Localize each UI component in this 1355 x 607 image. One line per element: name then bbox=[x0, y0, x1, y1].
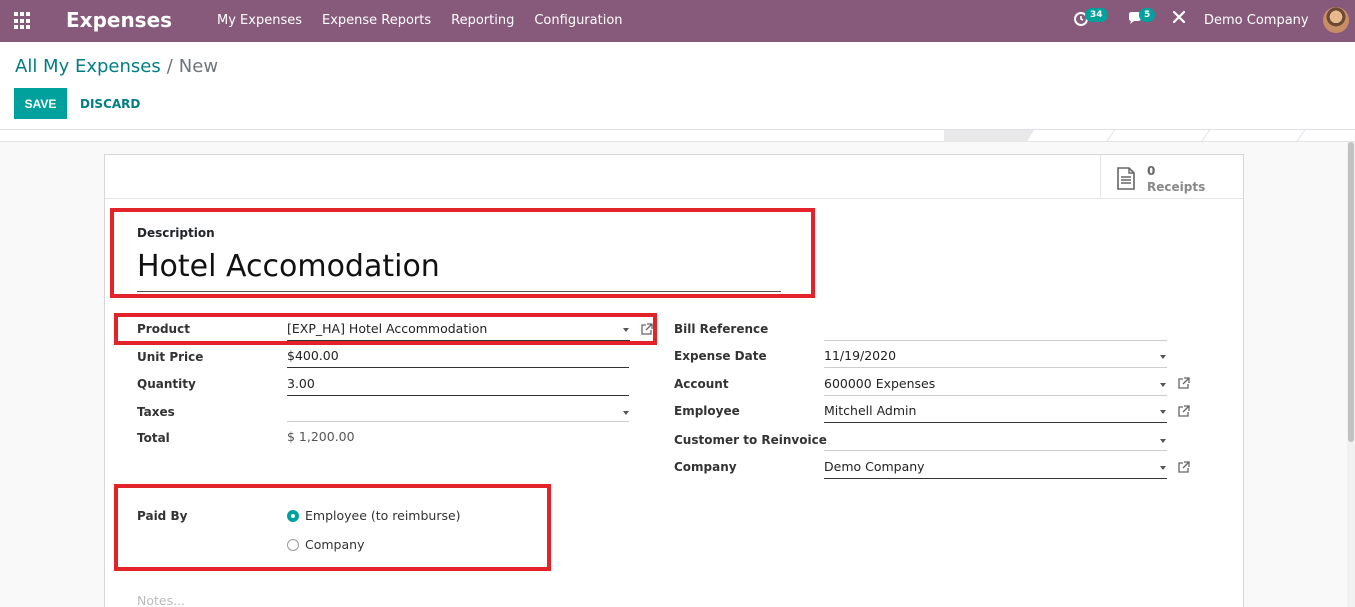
save-button[interactable]: SAVE bbox=[14, 88, 67, 119]
menu-my-expenses[interactable]: My Expenses bbox=[217, 13, 302, 28]
breadcrumb: All My Expenses / New bbox=[15, 56, 218, 77]
menu-configuration[interactable]: Configuration bbox=[534, 13, 622, 28]
unit-price-label: Unit Price bbox=[137, 350, 204, 364]
status-stage-active bbox=[944, 130, 1034, 142]
paid-by-employee-radio[interactable] bbox=[287, 510, 299, 522]
taxes-label: Taxes bbox=[137, 405, 175, 419]
notes-field[interactable]: Notes... bbox=[137, 593, 185, 607]
paid-by-company-radio[interactable] bbox=[287, 539, 299, 551]
receipts-smart-button[interactable]: 0 Receipts bbox=[1100, 155, 1243, 199]
quantity-input[interactable]: 3.00 bbox=[287, 374, 629, 396]
paid-by-employee-label[interactable]: Employee (to reimburse) bbox=[305, 508, 461, 523]
product-label: Product bbox=[137, 322, 190, 336]
company-select[interactable]: Demo Company bbox=[824, 457, 1167, 479]
button-box: 0 Receipts bbox=[105, 155, 1243, 199]
paid-by-company-label[interactable]: Company bbox=[305, 537, 364, 552]
breadcrumb-parent[interactable]: All My Expenses bbox=[15, 56, 161, 77]
company-switcher[interactable]: Demo Company bbox=[1204, 13, 1309, 28]
account-dropdown-caret-icon[interactable] bbox=[1160, 383, 1166, 387]
company-external-link-icon[interactable] bbox=[1177, 461, 1190, 474]
unit-price-input[interactable]: $400.00 bbox=[287, 346, 629, 368]
paid-by-label: Paid By bbox=[137, 509, 188, 523]
expense-date-label: Expense Date bbox=[674, 349, 767, 363]
app-title[interactable]: Expenses bbox=[66, 8, 172, 32]
company-label: Company bbox=[674, 460, 737, 474]
messages-tray[interactable]: 5 bbox=[1127, 8, 1156, 30]
customer-reinvoice-select[interactable] bbox=[824, 429, 1167, 451]
customer-reinvoice-label: Customer to Reinvoice bbox=[674, 433, 827, 447]
product-select[interactable]: [EXP_HA] Hotel Accommodation bbox=[287, 319, 630, 341]
description-input[interactable]: Hotel Accomodation bbox=[137, 247, 781, 292]
top-navbar: Expenses My Expenses Expense Reports Rep… bbox=[0, 0, 1355, 42]
main-menu: My Expenses Expense Reports Reporting Co… bbox=[217, 13, 623, 28]
scrollbar-thumb[interactable] bbox=[1348, 142, 1354, 442]
control-panel: All My Expenses / New SAVE DISCARD bbox=[0, 42, 1355, 130]
account-label: Account bbox=[674, 377, 729, 391]
vertical-scrollbar[interactable] bbox=[1347, 142, 1355, 607]
employee-label: Employee bbox=[674, 404, 740, 418]
messages-count-badge: 5 bbox=[1139, 8, 1156, 22]
receipts-count: 0 bbox=[1147, 164, 1156, 178]
taxes-select[interactable] bbox=[287, 400, 629, 422]
customer-dropdown-caret-icon[interactable] bbox=[1160, 439, 1166, 443]
apps-grid-icon[interactable] bbox=[14, 12, 32, 30]
quantity-label: Quantity bbox=[137, 377, 196, 391]
description-label: Description bbox=[137, 226, 215, 240]
status-divider bbox=[1295, 130, 1306, 142]
expense-date-caret-icon[interactable] bbox=[1160, 355, 1166, 359]
product-external-link-icon[interactable] bbox=[640, 323, 653, 336]
status-divider bbox=[1105, 130, 1116, 142]
receipts-label: Receipts bbox=[1147, 180, 1206, 194]
expense-date-input[interactable]: 11/19/2020 bbox=[824, 346, 1167, 368]
total-value: $ 1,200.00 bbox=[287, 429, 355, 444]
form-sheet: 0 Receipts Description Hotel Accomodatio… bbox=[104, 154, 1244, 607]
menu-expense-reports[interactable]: Expense Reports bbox=[322, 13, 431, 28]
activity-count-badge: 34 bbox=[1085, 8, 1108, 22]
breadcrumb-current: New bbox=[178, 56, 219, 77]
bill-reference-input[interactable] bbox=[824, 319, 1167, 341]
total-label: Total bbox=[137, 431, 170, 445]
employee-external-link-icon[interactable] bbox=[1177, 405, 1190, 418]
debug-tray[interactable] bbox=[1172, 10, 1186, 28]
product-value: [EXP_HA] Hotel Accommodation bbox=[287, 321, 488, 336]
status-divider bbox=[1200, 130, 1211, 142]
breadcrumb-separator: / bbox=[166, 56, 173, 77]
product-dropdown-caret-icon[interactable] bbox=[623, 328, 629, 332]
employee-select[interactable]: Mitchell Admin bbox=[824, 401, 1167, 423]
account-select[interactable]: 600000 Expenses bbox=[824, 374, 1167, 396]
account-external-link-icon[interactable] bbox=[1177, 377, 1190, 390]
employee-dropdown-caret-icon[interactable] bbox=[1160, 410, 1166, 414]
bill-reference-label: Bill Reference bbox=[674, 322, 769, 336]
tools-icon bbox=[1172, 10, 1186, 24]
discard-button[interactable]: DISCARD bbox=[78, 88, 142, 119]
activity-tray[interactable]: 34 bbox=[1073, 8, 1108, 30]
taxes-dropdown-caret-icon[interactable] bbox=[623, 411, 629, 415]
status-bar bbox=[0, 130, 1355, 142]
user-avatar[interactable] bbox=[1323, 7, 1349, 33]
menu-reporting[interactable]: Reporting bbox=[451, 13, 514, 28]
document-icon bbox=[1117, 167, 1135, 190]
company-dropdown-caret-icon[interactable] bbox=[1160, 466, 1166, 470]
